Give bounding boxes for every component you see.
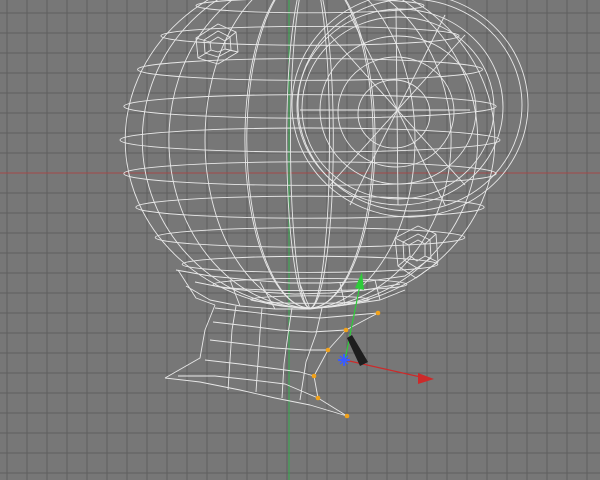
selected-vertex[interactable] [375, 310, 381, 316]
selected-vertex[interactable] [325, 347, 331, 353]
selected-vertex[interactable] [315, 395, 321, 401]
viewport-canvas[interactable] [0, 0, 600, 480]
viewport-background [0, 0, 600, 480]
3d-viewport[interactable] [0, 0, 600, 480]
selected-vertex[interactable] [344, 413, 350, 419]
selected-vertex[interactable] [311, 373, 317, 379]
selected-vertex[interactable] [343, 327, 349, 333]
